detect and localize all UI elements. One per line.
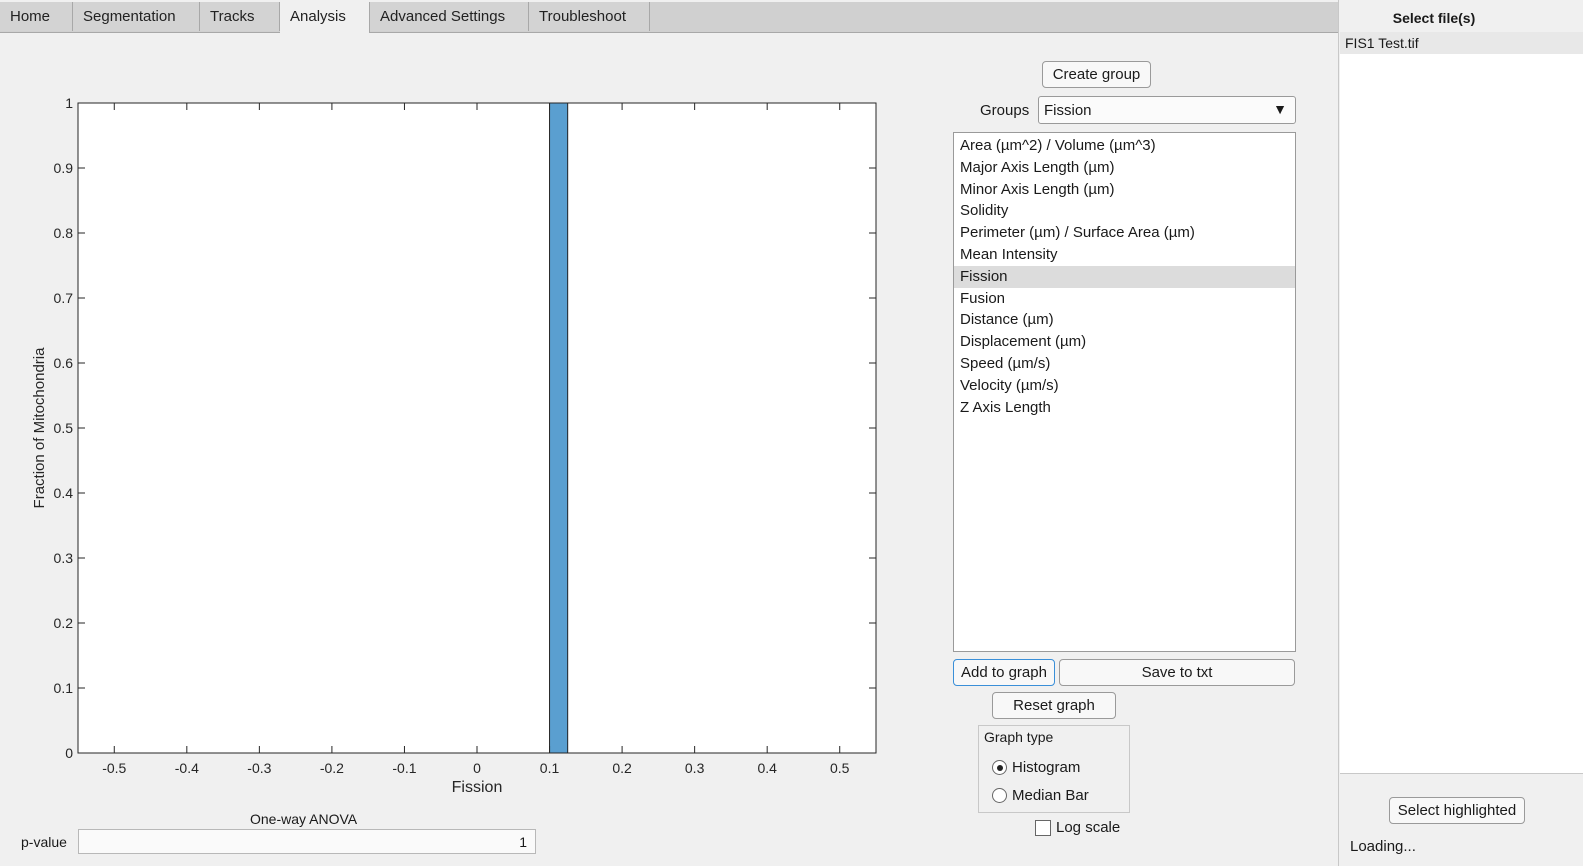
tab-tracks[interactable]: Tracks bbox=[200, 2, 280, 31]
median-bar-radio[interactable] bbox=[992, 788, 1007, 803]
y-tick-label: 0.5 bbox=[54, 420, 74, 436]
log-scale-checkbox[interactable] bbox=[1035, 820, 1051, 836]
pvalue-label: p-value bbox=[21, 834, 67, 850]
x-tick-label: -0.5 bbox=[102, 760, 126, 776]
y-tick-label: 0.4 bbox=[54, 485, 74, 501]
x-tick-label: 0.1 bbox=[540, 760, 560, 776]
x-tick-label: 0.5 bbox=[830, 760, 850, 776]
y-tick-label: 0.3 bbox=[54, 550, 74, 566]
file-panel: Select file(s) FIS1 Test.tif Select high… bbox=[1338, 0, 1583, 866]
add-to-graph-button[interactable]: Add to graph bbox=[953, 659, 1055, 686]
y-tick-label: 0.8 bbox=[54, 225, 74, 241]
x-tick-label: 0.2 bbox=[612, 760, 632, 776]
y-tick-label: 0.2 bbox=[54, 615, 74, 631]
measure-list-item[interactable]: Displacement (µm) bbox=[954, 331, 1295, 353]
x-tick-label: -0.2 bbox=[320, 760, 344, 776]
median-bar-radio-label[interactable]: Median Bar bbox=[1012, 787, 1089, 804]
histogram-chart: -0.5 -0.4 -0.3 -0.2 -0.1 0 0.1 0.2 0.3 0.4 0.5 0 0.1… bbox=[31, 95, 877, 796]
x-axis-label: Fission bbox=[452, 779, 503, 796]
x-tick-label: -0.3 bbox=[247, 760, 271, 776]
x-tick-label: -0.4 bbox=[175, 760, 199, 776]
graph-type-panel: Graph type Histogram Median Bar bbox=[978, 725, 1130, 813]
measure-list-item[interactable]: Fission bbox=[954, 265, 1295, 288]
plot-area bbox=[78, 103, 876, 753]
measure-list-item[interactable]: Minor Axis Length (µm) bbox=[954, 179, 1295, 201]
x-tick-label: 0 bbox=[473, 760, 481, 776]
x-tick-label: -0.1 bbox=[392, 760, 416, 776]
y-tick-label: 0.7 bbox=[54, 290, 74, 306]
groups-dropdown[interactable]: Fission ▼ bbox=[1038, 96, 1296, 124]
graph-type-title: Graph type bbox=[984, 729, 1054, 745]
measure-list-item[interactable]: Area (µm^2) / Volume (µm^3) bbox=[954, 135, 1295, 157]
measure-list-item[interactable]: Major Axis Length (µm) bbox=[954, 157, 1295, 179]
pvalue-value: 1 bbox=[519, 834, 527, 850]
select-highlighted-button[interactable]: Select highlighted bbox=[1389, 797, 1525, 824]
tab-segmentation[interactable]: Segmentation bbox=[73, 2, 200, 31]
measure-list-item[interactable]: Fusion bbox=[954, 288, 1295, 310]
tab-bar: Home Segmentation Tracks Analysis Advanc… bbox=[0, 2, 1338, 33]
histogram-bar bbox=[549, 102, 569, 754]
anova-title: One-way ANOVA bbox=[250, 811, 358, 827]
chevron-down-icon: ▼ bbox=[1273, 101, 1287, 117]
measure-list-item[interactable]: Z Axis Length bbox=[954, 397, 1295, 419]
file-list[interactable]: FIS1 Test.tif bbox=[1340, 32, 1583, 774]
radio-selected-dot bbox=[996, 764, 1003, 771]
file-list-item[interactable]: FIS1 Test.tif bbox=[1340, 32, 1583, 54]
y-tick-label: 0 bbox=[65, 745, 73, 761]
reset-graph-button[interactable]: Reset graph bbox=[992, 692, 1116, 719]
x-tick-label: 0.3 bbox=[685, 760, 705, 776]
measure-listbox[interactable]: Area (µm^2) / Volume (µm^3) Major Axis Le… bbox=[953, 132, 1296, 652]
x-tick-label: 0.4 bbox=[757, 760, 777, 776]
histogram-radio-label[interactable]: Histogram bbox=[1012, 759, 1080, 776]
measure-list-item[interactable]: Distance (µm) bbox=[954, 309, 1295, 331]
measure-list-item[interactable]: Mean Intensity bbox=[954, 244, 1295, 266]
y-tick-label: 0.1 bbox=[54, 680, 74, 696]
y-tick-label: 0.6 bbox=[54, 355, 74, 371]
y-axis-label: Fraction of Mitochondria bbox=[31, 347, 48, 509]
groups-label: Groups bbox=[980, 102, 1030, 119]
tab-troubleshoot[interactable]: Troubleshoot bbox=[529, 2, 650, 31]
tab-analysis[interactable]: Analysis bbox=[280, 2, 370, 33]
measure-list-item[interactable]: Perimeter (µm) / Surface Area (µm) bbox=[954, 222, 1295, 244]
y-tick-label: 0.9 bbox=[54, 160, 74, 176]
tab-home[interactable]: Home bbox=[0, 2, 73, 31]
pvalue-field[interactable]: 1 bbox=[78, 829, 536, 854]
save-to-txt-button[interactable]: Save to txt bbox=[1059, 659, 1295, 686]
measure-list-item[interactable]: Solidity bbox=[954, 200, 1295, 222]
groups-dropdown-value: Fission bbox=[1044, 102, 1092, 119]
measure-list-item[interactable]: Speed (µm/s) bbox=[954, 353, 1295, 375]
file-panel-header: Select file(s) bbox=[1392, 10, 1476, 26]
log-scale-label[interactable]: Log scale bbox=[1056, 819, 1120, 836]
histogram-radio[interactable] bbox=[992, 760, 1007, 775]
loading-status: Loading... bbox=[1350, 838, 1416, 855]
create-group-button[interactable]: Create group bbox=[1042, 61, 1151, 88]
y-tick-label: 1 bbox=[65, 95, 73, 111]
measure-list-item[interactable]: Velocity (µm/s) bbox=[954, 375, 1295, 397]
tab-advanced-settings[interactable]: Advanced Settings bbox=[370, 2, 529, 31]
